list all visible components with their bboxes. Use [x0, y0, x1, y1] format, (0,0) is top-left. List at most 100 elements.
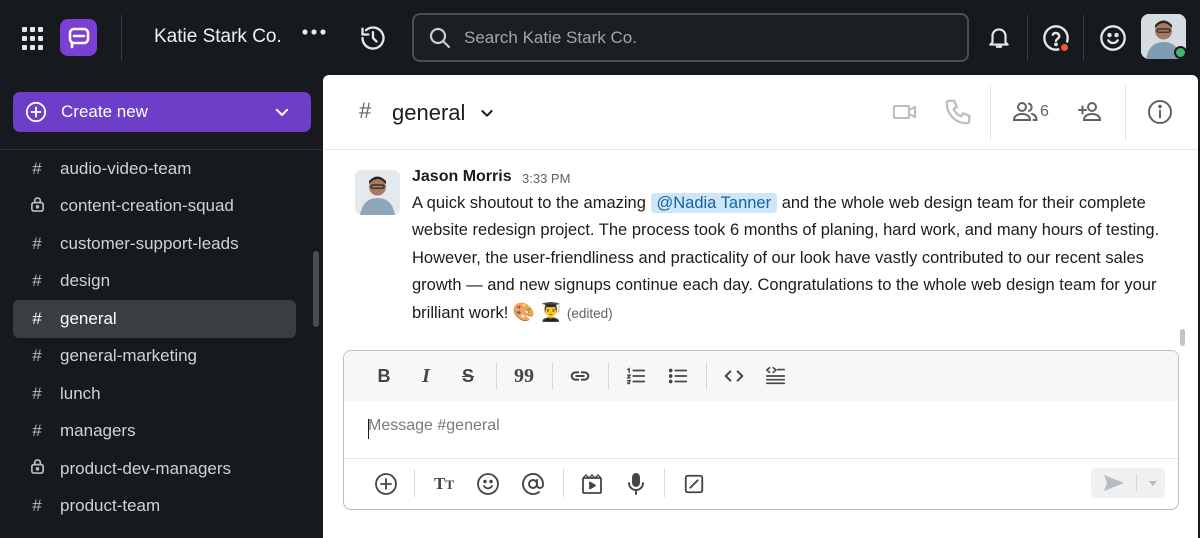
mention-icon[interactable] — [521, 472, 545, 496]
user-mention[interactable]: @Nadia Tanner — [650, 193, 778, 213]
message-input[interactable] — [368, 417, 1148, 435]
text-format-icon[interactable]: TT — [432, 472, 456, 496]
divider — [496, 362, 497, 390]
member-count[interactable]: 6 — [1040, 103, 1049, 121]
microphone-icon[interactable] — [624, 472, 648, 496]
message-text-part: A quick shoutout to the amazing — [412, 194, 651, 212]
message-text: A quick shoutout to the amazing @Nadia T… — [412, 190, 1162, 327]
link-icon[interactable] — [568, 364, 592, 388]
divider — [1136, 474, 1137, 492]
notifications-bell-icon[interactable] — [984, 22, 1014, 52]
divider — [1083, 15, 1084, 61]
chevron-down-icon[interactable] — [479, 105, 495, 121]
channel-header: # general 6 — [323, 75, 1198, 150]
info-icon[interactable] — [1145, 97, 1175, 127]
sidebar-item-channel[interactable]: # product-team — [13, 488, 296, 526]
sidebar-scrollbar[interactable] — [313, 251, 319, 327]
chevron-down-icon[interactable] — [1141, 471, 1165, 495]
sidebar-item-channel[interactable]: # managers — [13, 413, 296, 451]
history-icon[interactable] — [358, 23, 388, 53]
avatar[interactable] — [355, 170, 400, 215]
sidebar-item-channel[interactable]: content-creation-squad — [13, 188, 296, 226]
bullet-list-icon[interactable] — [666, 364, 690, 388]
hash-icon: # — [359, 98, 372, 123]
divider — [1027, 15, 1028, 61]
channel-name: managers — [60, 421, 136, 441]
create-new-button[interactable]: Create new — [13, 92, 311, 132]
channel-name: lunch — [60, 383, 101, 403]
plus-circle-icon — [25, 101, 47, 123]
hash-icon: # — [32, 383, 42, 403]
hash-icon: # — [32, 233, 42, 253]
channel-name: customer-support-leads — [60, 233, 239, 253]
sidebar-item-channel[interactable]: # audio-video-team — [13, 150, 296, 188]
divider — [990, 85, 991, 141]
divider — [344, 458, 1178, 459]
search-box[interactable] — [412, 13, 969, 62]
search-icon — [429, 27, 451, 48]
sidebar-item-channel[interactable]: # design — [13, 263, 296, 301]
hash-icon: # — [32, 158, 42, 178]
formatting-toolbar: B I S 99 — [344, 351, 1178, 401]
italic-icon[interactable]: I — [414, 364, 438, 388]
apps-grid-icon[interactable] — [20, 26, 44, 50]
sidebar-item-channel-active[interactable]: # general — [13, 300, 296, 338]
text-caret — [368, 419, 369, 439]
quote-icon[interactable]: 99 — [512, 364, 536, 388]
strikethrough-icon[interactable]: S — [456, 364, 480, 388]
hash-icon: # — [32, 496, 42, 516]
sidebar-item-channel[interactable]: # general-marketing — [13, 338, 296, 376]
ordered-list-icon[interactable] — [624, 364, 648, 388]
emoji-icon[interactable] — [476, 472, 500, 496]
sidebar-item-channel[interactable]: product-dev-managers — [13, 450, 296, 488]
channel-name: product-dev-managers — [60, 458, 232, 478]
chevron-down-icon[interactable] — [273, 103, 291, 121]
hash-icon: # — [32, 308, 42, 328]
hash-icon: # — [32, 346, 42, 366]
message-scrollbar[interactable] — [1180, 329, 1185, 346]
artist-palette-emoji: 🎨 — [512, 302, 536, 323]
hash-icon: # — [32, 271, 42, 291]
phone-icon[interactable] — [943, 97, 973, 127]
members-icon[interactable] — [1011, 97, 1041, 127]
lock-icon — [28, 458, 46, 479]
send-icon[interactable] — [1102, 471, 1126, 495]
channel-name: general-marketing — [60, 346, 198, 366]
channel-list: # audio-video-team content-creation-squad… — [13, 150, 296, 525]
student-emoji: 👨‍🎓 — [539, 302, 563, 323]
slash-command-icon[interactable] — [682, 472, 706, 496]
channel-title[interactable]: general — [392, 100, 465, 126]
message-composer: B I S 99 TT — [343, 350, 1179, 510]
video-call-icon[interactable] — [890, 97, 920, 127]
video-clip-icon[interactable] — [580, 472, 604, 496]
status-emoji-icon[interactable] — [1097, 22, 1129, 54]
divider — [552, 362, 553, 390]
online-status-dot — [1174, 46, 1187, 59]
top-bar: Katie Stark Co. — [0, 0, 1200, 75]
divider — [608, 362, 609, 390]
notification-dot — [1059, 42, 1070, 53]
edited-label: (edited) — [566, 306, 613, 322]
channel-name: content-creation-squad — [60, 196, 234, 216]
channel-name: design — [60, 271, 111, 291]
more-options-icon[interactable] — [302, 28, 326, 36]
divider — [563, 469, 564, 497]
add-member-icon[interactable] — [1075, 97, 1105, 127]
message-timestamp[interactable]: 3:33 PM — [522, 171, 570, 186]
code-icon[interactable] — [722, 364, 746, 388]
channel-name: product-team — [60, 496, 161, 516]
send-button-group — [1091, 468, 1165, 498]
sidebar-item-channel[interactable]: # customer-support-leads — [13, 225, 296, 263]
sidebar-item-channel[interactable]: # lunch — [13, 375, 296, 413]
search-input[interactable] — [464, 27, 944, 48]
channel-name: audio-video-team — [60, 158, 192, 178]
workspace-name[interactable]: Katie Stark Co. — [154, 26, 282, 48]
divider — [664, 469, 665, 497]
channel-panel: # general 6 Jason Morris 3:33 PM A quick… — [323, 75, 1198, 538]
hash-icon: # — [32, 421, 42, 441]
app-logo[interactable] — [60, 19, 97, 56]
bold-icon[interactable]: B — [372, 364, 396, 388]
plus-circle-icon[interactable] — [374, 472, 398, 496]
code-block-icon[interactable] — [764, 364, 788, 388]
message-author[interactable]: Jason Morris — [412, 168, 512, 186]
